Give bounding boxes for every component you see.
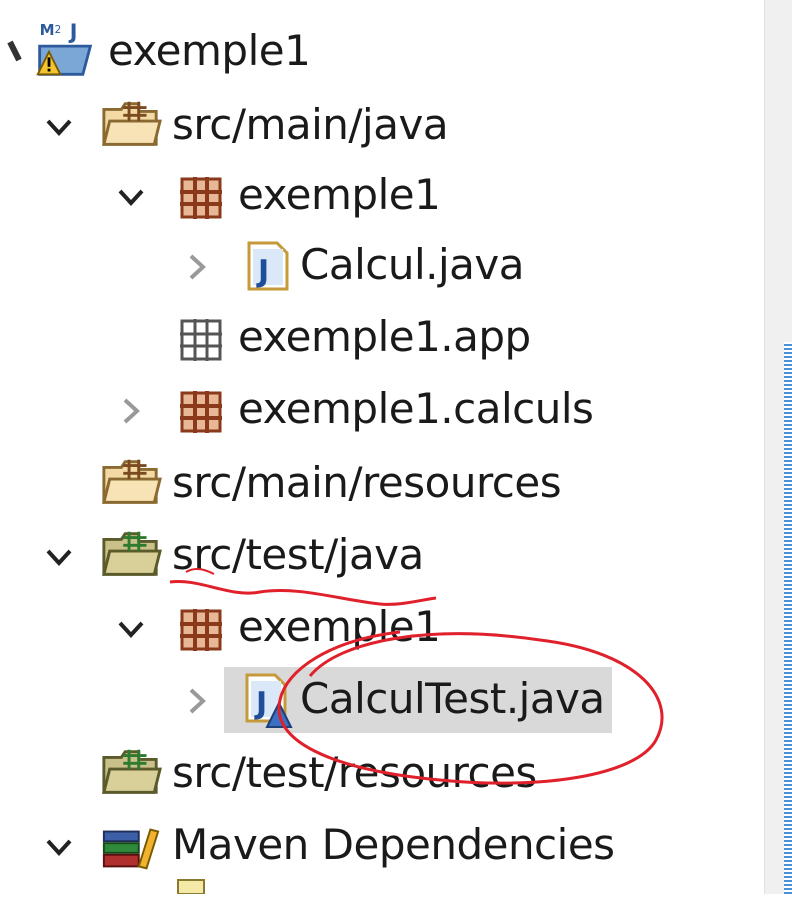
package-icon [170, 384, 232, 440]
maven-project-warning-icon: M 2 J [34, 20, 96, 76]
tree-item-package-exemple1-calculs[interactable]: exemple1.calculs [0, 374, 760, 444]
test-source-folder-icon [100, 526, 162, 582]
chevron-down-icon[interactable] [44, 112, 74, 142]
chevron-down-icon[interactable] [116, 182, 146, 212]
tree-item-label: exemple1 [108, 26, 311, 75]
chevron-down-icon[interactable] [44, 832, 74, 862]
chevron-right-icon[interactable] [182, 686, 212, 716]
tree-item-src-main-resources[interactable]: src/main/resources [0, 448, 760, 518]
svg-text:J: J [68, 20, 78, 44]
tree-item-label: src/main/resources [172, 458, 562, 507]
tree-item-maven-dependencies[interactable]: Maven Dependencies [0, 810, 760, 880]
chevron-down-icon[interactable] [44, 542, 74, 572]
scrollbar-thumb[interactable] [784, 342, 792, 894]
tree-item-label: Calcul.java [300, 240, 524, 289]
package-icon [170, 602, 232, 658]
svg-text:J: J [256, 254, 269, 289]
tree-item-src-main-java[interactable]: src/main/java [0, 90, 760, 160]
chevron-down-icon[interactable] [116, 614, 146, 644]
tree-item-label: exemple1.app [238, 312, 531, 361]
tree-item-src-test-resources[interactable]: src/test/resources [0, 738, 760, 808]
project-explorer-tree: M 2 J exemple1 src/main/java exemple1 J … [0, 0, 760, 895]
tree-item-label: src/test/java [172, 530, 424, 579]
tree-item-label: Maven Dependencies [172, 820, 615, 869]
empty-package-icon [170, 312, 232, 368]
tree-item-label: src/main/java [172, 100, 449, 149]
java-file-icon: J [236, 238, 298, 294]
tree-item-label: src/test/resources [172, 748, 537, 797]
tree-item-test-package-exemple1[interactable]: exemple1 [0, 592, 760, 662]
source-folder-icon [100, 454, 162, 510]
svg-text:M: M [40, 21, 55, 39]
source-folder-icon [100, 96, 162, 152]
chevron-right-icon[interactable] [182, 252, 212, 282]
svg-text:2: 2 [55, 24, 62, 36]
tree-item-package-exemple1[interactable]: exemple1 [0, 160, 760, 230]
test-source-folder-icon [100, 744, 162, 800]
tree-item-label: exemple1 [238, 602, 441, 651]
jar-icon-partial [176, 878, 206, 895]
tree-item-calcultest-java[interactable]: J CalculTest.java [0, 664, 760, 734]
tree-item-label: CalculTest.java [300, 674, 605, 723]
tree-item-src-test-java[interactable]: src/test/java [0, 520, 760, 590]
svg-text:J: J [254, 686, 267, 721]
package-icon [170, 170, 232, 226]
chevron-down-icon[interactable] [4, 36, 34, 66]
chevron-right-icon[interactable] [116, 396, 146, 426]
tree-item-label: exemple1.calculs [238, 384, 594, 433]
tree-item-package-exemple1-app[interactable]: exemple1.app [0, 302, 760, 372]
tree-item-calcul-java[interactable]: J Calcul.java [0, 230, 760, 300]
library-icon [100, 820, 162, 876]
java-test-file-icon: J [236, 672, 298, 728]
tree-item-label: exemple1 [238, 170, 441, 219]
